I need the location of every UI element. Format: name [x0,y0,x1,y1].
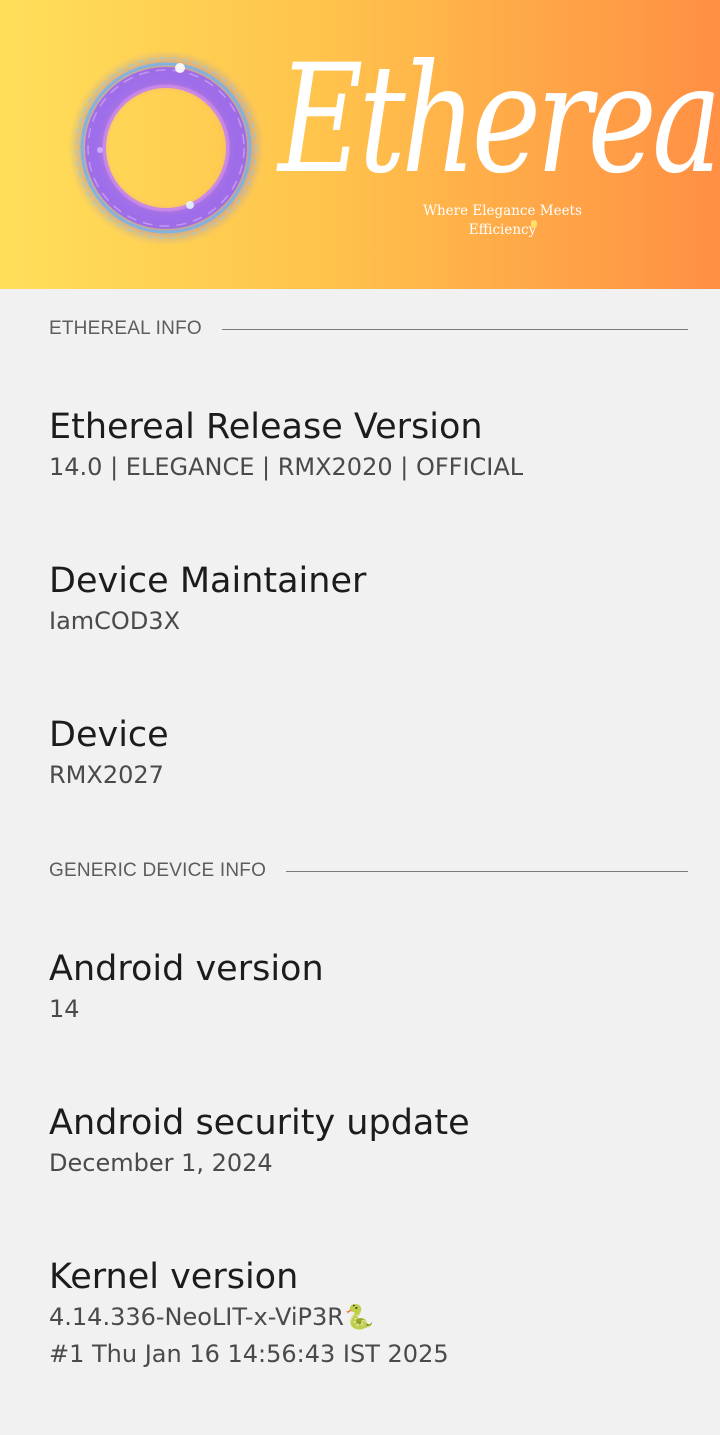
pref-title: Device Maintainer [49,561,367,601]
pref-title: Android security update [49,1103,470,1143]
pref-title: Device [49,715,169,755]
pref-summary: RMX2027 [49,761,164,789]
pref-summary: IamCOD3X [49,607,181,635]
pref-title: Kernel version [49,1257,299,1297]
pref-device-maintainer[interactable]: Device Maintainer IamCOD3X [49,559,688,640]
section-divider [286,870,688,872]
pref-title: Ethereal Release Version [49,407,483,447]
pref-summary: December 1, 2024 [49,1149,273,1177]
section-header-label: GENERIC DEVICE INFO [49,860,267,881]
section-header-label: ETHEREAL INFO [49,318,202,339]
banner-title: Ethereal [278,33,720,207]
pref-summary-line-1: 4.14.336-NeoLIT-x-ViP3R🐍 [49,1303,374,1331]
tagline-line-1: Where Elegance Meets [423,203,582,219]
banner-tagline: Where Elegance Meets Efficiency [400,202,605,240]
pref-summary-line-2: #1 Thu Jan 16 14:56:43 IST 2025 [49,1340,449,1368]
pref-kernel-version[interactable]: Kernel version 4.14.336-NeoLIT-x-ViP3R🐍 … [49,1255,688,1373]
section-divider [221,328,688,330]
pref-summary: 14.0 | ELEGANCE | RMX2020 | OFFICIAL [49,453,524,481]
header-banner: Ethereal Where Elegance Meets Efficiency [0,0,720,289]
tagline-line-2: Efficiency [468,222,537,238]
section-header-ethereal-info: ETHEREAL INFO [49,318,688,340]
pref-android-version[interactable]: Android version 14 [49,947,688,1028]
pref-title: Android version [49,949,324,989]
pref-security-update[interactable]: Android security update December 1, 2024 [49,1101,688,1182]
sparkle-icon [531,220,537,228]
pref-device[interactable]: Device RMX2027 [49,713,688,794]
section-header-generic-device-info: GENERIC DEVICE INFO [49,860,688,882]
pref-release-version[interactable]: Ethereal Release Version 14.0 | ELEGANCE… [49,405,688,486]
pref-summary: 14 [49,995,80,1023]
